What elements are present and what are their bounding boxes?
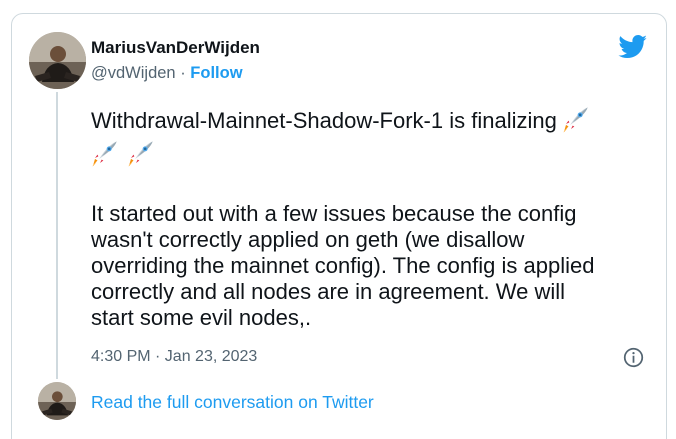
thread-connector-line: [56, 92, 58, 379]
tweet-line-1: Withdrawal-Mainnet-Shadow-Fork-1 is fina…: [91, 104, 651, 134]
tweet-paragraph-line: wasn't correctly applied on geth (we dis…: [91, 227, 525, 252]
follow-button[interactable]: Follow: [190, 64, 242, 82]
read-conversation-link[interactable]: Read the full conversation on Twitter: [91, 392, 374, 413]
rocket-row: [90, 138, 651, 168]
tweet-timestamp[interactable]: 4:30 PM · Jan 23, 2023: [91, 348, 257, 366]
tweet-text-line-1: Withdrawal-Mainnet-Shadow-Fork-1 is fina…: [91, 108, 557, 133]
reply-avatar[interactable]: [38, 382, 76, 420]
tweet-paragraph-line: start some evil nodes,.: [91, 305, 312, 330]
rocket-emoji: [128, 141, 153, 167]
rocket-emoji: [92, 141, 117, 167]
tweet-paragraph-line: It started out with a few issues because…: [91, 201, 577, 226]
handle-separator: ·: [175, 64, 191, 82]
twitter-bird-icon[interactable]: [618, 35, 648, 59]
author-handle[interactable]: @vdWijden: [91, 64, 176, 82]
author-handle-row: @vdWijden · Follow: [91, 64, 243, 83]
tweet-paragraph-line: correctly and all nodes are in agreement…: [91, 279, 566, 304]
tweet-text: Withdrawal-Mainnet-Shadow-Fork-1 is fina…: [91, 104, 651, 331]
info-icon[interactable]: [623, 347, 644, 368]
tweet-paragraph-line: overriding the mainnet config). The conf…: [91, 253, 595, 278]
author-name[interactable]: MariusVanDerWijden: [91, 38, 260, 58]
author-avatar[interactable]: [29, 32, 86, 89]
rocket-emoji: [563, 107, 588, 133]
